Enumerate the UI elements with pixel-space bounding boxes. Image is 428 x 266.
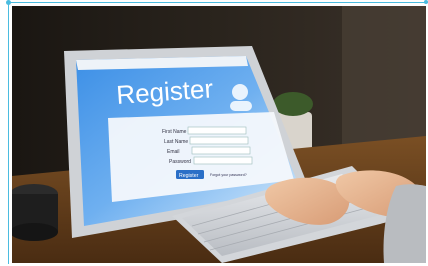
plant-leaves — [273, 92, 313, 116]
guide-line-vertical — [8, 2, 9, 264]
guide-line-horizontal — [8, 2, 428, 3]
guide-handle-end[interactable] — [424, 0, 428, 4]
email-input[interactable] — [191, 146, 251, 155]
label-email: Email — [167, 149, 180, 155]
photo-frame: Register First Name Last Name Email Pass… — [0, 0, 428, 266]
first-name-input[interactable] — [187, 126, 247, 135]
laptop-photo: Register First Name Last Name Email Pass… — [12, 6, 426, 263]
user-icon — [232, 84, 248, 100]
label-last-name: Last Name — [164, 139, 188, 145]
register-button-label: Register — [179, 173, 199, 179]
user-icon-body — [230, 101, 252, 111]
forgot-password-link[interactable]: Forgot your password? — [210, 173, 247, 177]
window-light — [342, 6, 426, 146]
guide-handle[interactable] — [6, 0, 11, 5]
left-margin — [0, 0, 12, 266]
password-input[interactable] — [193, 156, 253, 165]
label-password: Password — [169, 159, 191, 165]
last-name-input[interactable] — [189, 136, 249, 145]
label-first-name: First Name — [162, 129, 187, 135]
speaker-base — [12, 223, 58, 241]
photo-illustration: Register First Name Last Name Email Pass… — [12, 6, 426, 263]
